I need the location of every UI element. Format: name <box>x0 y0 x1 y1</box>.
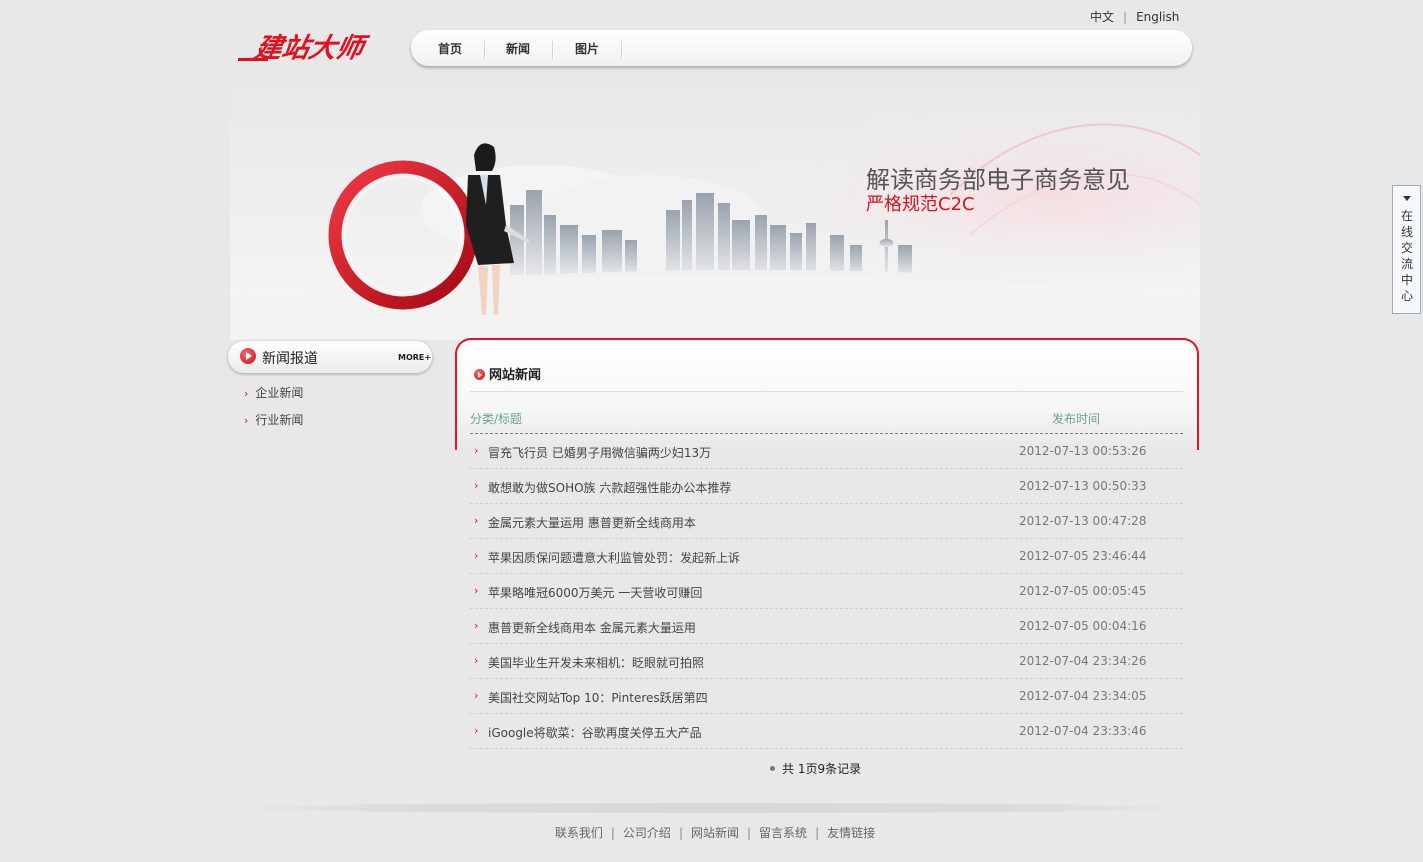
sidebar-item-company-news[interactable]: › 企业新闻 <box>244 384 303 401</box>
footer-link-friends[interactable]: 友情链接 <box>827 826 875 840</box>
news-date: 2012-07-13 00:50:33 <box>1019 479 1147 493</box>
banner-subhead: 严格规范C2C <box>866 194 975 215</box>
panel-title: 网站新闻 <box>474 364 541 383</box>
nav-home[interactable]: 首页 <box>438 40 462 57</box>
footer-link-news[interactable]: 网站新闻 <box>691 826 739 840</box>
chevron-right-icon: › <box>474 724 479 737</box>
table-row: › 敢想敢为做SOHO族 六款超强性能办公本推荐 2012-07-13 00:50:… <box>470 469 1183 504</box>
table-row: › 苹果略唯冠6000万美元 一天营收可赚回 2012-07-05 00:05:45 <box>470 574 1183 609</box>
footer-separator: | <box>747 826 752 840</box>
play-dot-icon <box>474 369 485 380</box>
sidebar-item-industry-news[interactable]: › 行业新闻 <box>244 411 303 428</box>
more-link[interactable]: MORE+ <box>398 353 431 362</box>
chevron-right-icon: › <box>474 549 479 562</box>
news-date: 2012-07-05 00:05:45 <box>1019 584 1147 598</box>
table-row: › 冒充飞行员 已婚男子用微信骗两少妇13万 2012-07-13 00:53:26 <box>470 434 1183 469</box>
caret-down-icon <box>1403 196 1411 201</box>
nav-divider <box>484 41 486 59</box>
banner-illustration <box>230 75 1200 340</box>
sidebar-title: 新闻报道 <box>262 351 318 367</box>
table-row: › iGoogle将歇菜：谷歌再度关停五大产品 2012-07-04 23:33:4… <box>470 714 1183 749</box>
footer-link-about[interactable]: 公司介绍 <box>623 826 671 840</box>
footer-links: 联系我们 | 公司介绍 | 网站新闻 | 留言系统 | 友情链接 <box>230 824 1200 841</box>
column-header-title: 分类/标题 <box>470 412 523 426</box>
news-date: 2012-07-05 23:46:44 <box>1019 549 1147 563</box>
footer-separator: | <box>678 826 683 840</box>
chevron-right-icon: › <box>474 479 479 492</box>
news-date: 2012-07-04 23:33:46 <box>1019 724 1147 738</box>
chevron-right-icon: › <box>474 619 479 632</box>
page-wrapper: 中文 | English 建站大师 首页 新闻 图片 解读商务部电子商务意见 严… <box>228 0 1200 862</box>
news-title-link[interactable]: 敢想敢为做SOHO族 六款超强性能办公本推荐 <box>488 479 731 496</box>
chevron-right-icon: › <box>474 444 479 457</box>
chevron-right-icon: › <box>474 689 479 702</box>
chevron-right-icon: › <box>244 387 249 400</box>
news-title-link[interactable]: 苹果略唯冠6000万美元 一天营收可赚回 <box>488 584 702 601</box>
bullet-icon <box>770 766 775 771</box>
news-date: 2012-07-13 00:53:26 <box>1019 444 1147 458</box>
sidebar-item-label: 行业新闻 <box>255 413 304 427</box>
online-chat-tab[interactable]: 在线交流中心 <box>1392 185 1421 314</box>
sidebar-header: 新闻报道 MORE+ <box>228 341 432 373</box>
play-dot-icon <box>240 348 256 364</box>
sidebar-item-label: 企业新闻 <box>255 386 304 400</box>
footer-separator: | <box>815 826 820 840</box>
column-header-date: 发布时间 <box>1052 412 1101 426</box>
table-row: › 美国社交网站Top 10：Pinteres跃居第四 2012-07-04 23:… <box>470 679 1183 714</box>
footer-link-contact[interactable]: 联系我们 <box>555 826 603 840</box>
chat-tab-label: 在线交流中心 <box>1400 209 1413 303</box>
language-switcher: 中文 | English <box>1090 8 1179 25</box>
news-date: 2012-07-13 00:47:28 <box>1019 514 1147 528</box>
hero-banner <box>230 75 1200 340</box>
panel-divider <box>470 391 1183 392</box>
news-date: 2012-07-04 23:34:05 <box>1019 689 1147 703</box>
news-title-link[interactable]: 苹果因质保问题遭意大利监管处罚：发起新上诉 <box>488 549 740 566</box>
footer-link-guestbook[interactable]: 留言系统 <box>759 826 807 840</box>
chevron-right-icon: › <box>474 584 479 597</box>
chevron-right-icon: › <box>474 654 479 667</box>
lang-english-link[interactable]: English <box>1136 10 1179 24</box>
nav-pictures[interactable]: 图片 <box>575 40 599 57</box>
table-row: › 美国毕业生开发未来相机：眨眼就可拍照 2012-07-04 23:34:26 <box>470 644 1183 679</box>
news-title-link[interactable]: 冒充飞行员 已婚男子用微信骗两少妇13万 <box>488 444 711 461</box>
lang-chinese-link[interactable]: 中文 <box>1090 10 1114 24</box>
pagination-info: 共 1页9条记录 <box>770 760 861 777</box>
nav-divider <box>552 41 554 59</box>
footer-shadow <box>230 803 1200 813</box>
news-title-link[interactable]: 惠普更新全线商用本 金属元素大量运用 <box>488 619 696 636</box>
news-date: 2012-07-05 00:04:16 <box>1019 619 1147 633</box>
news-title-link[interactable]: 美国毕业生开发未来相机：眨眼就可拍照 <box>488 654 704 671</box>
panel-title-text: 网站新闻 <box>489 368 542 383</box>
footer-separator: | <box>610 826 615 840</box>
chevron-right-icon: › <box>474 514 479 527</box>
nav-news[interactable]: 新闻 <box>506 40 530 57</box>
table-row: › 苹果因质保问题遭意大利监管处罚：发起新上诉 2012-07-05 23:46:4… <box>470 539 1183 574</box>
table-row: › 金属元素大量运用 惠普更新全线商用本 2012-07-13 00:47:28 <box>470 504 1183 539</box>
site-logo[interactable]: 建站大师 <box>238 26 383 68</box>
news-date: 2012-07-04 23:34:26 <box>1019 654 1147 668</box>
lang-separator: | <box>1123 10 1128 24</box>
news-title-link[interactable]: 美国社交网站Top 10：Pinteres跃居第四 <box>488 689 708 706</box>
table-row: › 惠普更新全线商用本 金属元素大量运用 2012-07-05 00:04:16 <box>470 609 1183 644</box>
news-title-link[interactable]: 金属元素大量运用 惠普更新全线商用本 <box>488 514 696 531</box>
main-nav: 首页 新闻 图片 <box>411 30 1192 66</box>
pagination-text: 共 1页9条记录 <box>782 762 862 776</box>
chevron-right-icon: › <box>244 414 249 427</box>
logo-text: 建站大师 <box>251 33 371 64</box>
nav-divider <box>621 41 623 59</box>
news-list: › 冒充飞行员 已婚男子用微信骗两少妇13万 2012-07-13 00:53:26… <box>470 434 1183 749</box>
news-title-link[interactable]: iGoogle将歇菜：谷歌再度关停五大产品 <box>488 724 702 741</box>
